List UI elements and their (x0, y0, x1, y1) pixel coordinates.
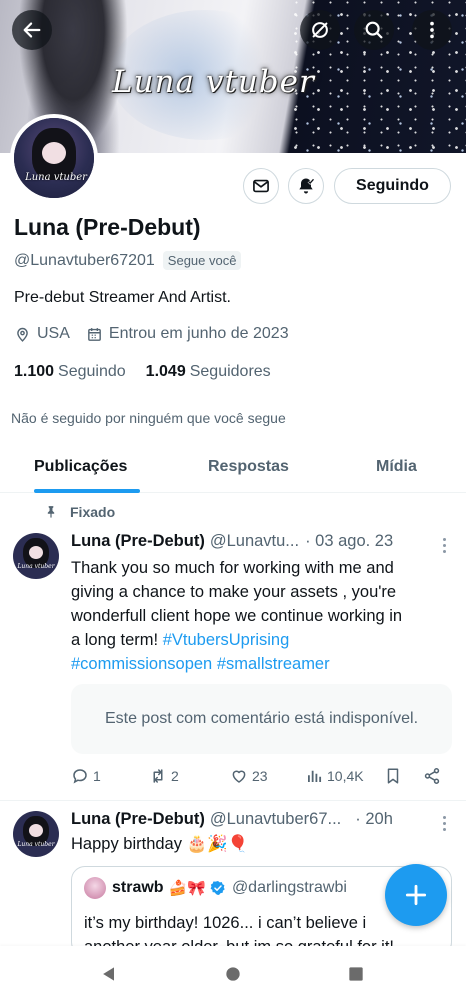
square-recents-icon (349, 967, 363, 981)
quoted-post-header: strawb 🍰🎀 @darlingstrawbi (84, 877, 347, 899)
views-count: 10,4K (327, 768, 364, 784)
pinned-label: Fixado (44, 504, 115, 520)
profile-handle: @Lunavtuber67201 (14, 251, 155, 269)
notifications-button[interactable] (288, 168, 324, 204)
quoted-author-emoji: 🍰🎀 (168, 880, 206, 897)
following-stat[interactable]: 1.100 Seguindo (14, 363, 126, 381)
following-label: Seguindo (58, 363, 126, 380)
share-button[interactable] (423, 767, 441, 785)
quoted-author-name: strawb (112, 879, 164, 896)
reply-count: 1 (93, 768, 101, 784)
profile-location: USA (37, 325, 70, 342)
post-more-button[interactable] (441, 538, 447, 553)
avatar-text: Luna vtuber (25, 172, 87, 183)
profile-stats: 1.100 Seguindo 1.049 Seguidores (14, 363, 291, 381)
views-button[interactable]: 10,4K (305, 767, 364, 785)
more-options-button[interactable] (412, 10, 452, 50)
hashtag-link[interactable]: #smallstreamer (217, 655, 330, 673)
repost-icon (153, 769, 163, 783)
repost-count: 2 (171, 768, 179, 784)
post-text: Thank you so much for working with me an… (71, 559, 403, 673)
grok-button[interactable] (300, 10, 340, 50)
nav-back-button[interactable] (98, 963, 120, 985)
unavailable-quote-notice: Este post com comentário está indisponív… (71, 684, 452, 754)
following-button[interactable]: Seguindo (334, 168, 451, 204)
system-navigation-bar (0, 946, 466, 1000)
back-button[interactable] (12, 10, 52, 50)
like-button[interactable]: 23 (230, 767, 268, 785)
follows-you-badge: Segue você (162, 251, 242, 270)
post-date[interactable]: · 20h (355, 810, 393, 829)
tab-replies[interactable]: Respostas (208, 458, 289, 476)
post-author-name[interactable]: Luna (Pre-Debut) (71, 532, 205, 551)
followers-stat[interactable]: 1.049 Seguidores (146, 363, 271, 381)
compose-post-button[interactable] (385, 864, 447, 926)
repost-button[interactable]: 2 (149, 767, 179, 785)
followers-count: 1.049 (145, 363, 186, 380)
calendar-icon (88, 327, 101, 341)
post-actions: 1 2 23 10,4K (71, 767, 446, 789)
triangle-back-icon (103, 967, 114, 981)
post-header: Luna (Pre-Debut) @Lunavtuber67... · 20h (71, 810, 393, 829)
post-author-handle: @Lunavtu... (209, 532, 300, 550)
share-icon (424, 768, 440, 784)
profile-avatar[interactable]: Luna vtuber (10, 114, 98, 202)
post-more-button[interactable] (441, 816, 447, 831)
post-divider (0, 800, 466, 801)
back-arrow-icon (23, 22, 41, 38)
post-author-handle: @Lunavtuber67... (209, 810, 342, 828)
pinned-text: Fixado (70, 504, 116, 520)
like-count: 23 (252, 768, 268, 784)
handle-row: @Lunavtuber67201 Segue você (14, 251, 242, 270)
post-text: Happy birthday 🎂🎉🎈 (71, 835, 249, 853)
tab-posts[interactable]: Publicações (34, 458, 127, 476)
post-date[interactable]: · 03 ago. 23 (305, 532, 393, 551)
hashtag-link[interactable]: #VtubersUprising (163, 631, 290, 649)
mutual-followers-note: Não é seguido por ninguém que você segue (11, 410, 286, 426)
reply-icon (73, 769, 87, 784)
nav-recents-button[interactable] (345, 963, 367, 985)
message-button[interactable] (243, 168, 279, 204)
more-vertical-icon (430, 21, 434, 39)
quoted-author-handle: @darlingstrawbi (231, 879, 347, 896)
post-avatar[interactable]: Luna vtuber (13, 811, 59, 857)
quoted-author-avatar (84, 877, 106, 899)
profile-bio: Pre-debut Streamer And Artist. (14, 289, 231, 306)
post-author-name[interactable]: Luna (Pre-Debut) (71, 810, 205, 829)
heart-icon (232, 770, 246, 783)
post-header: Luna (Pre-Debut) @Lunavtu... · 03 ago. 2… (71, 532, 393, 551)
profile-tabs: Publicações Respostas Mídia (0, 444, 466, 493)
location-pin-icon (17, 327, 28, 342)
post-avatar[interactable]: Luna vtuber (13, 533, 59, 579)
envelope-icon (253, 179, 269, 193)
tab-media[interactable]: Mídia (376, 458, 417, 476)
pin-icon (47, 506, 55, 518)
nav-home-button[interactable] (222, 963, 244, 985)
banner-title: Luna vtuber (112, 64, 315, 100)
bell-check-icon (299, 178, 315, 194)
verified-badge-icon (210, 881, 225, 895)
avatar-image: Luna vtuber (14, 118, 94, 198)
search-icon (365, 21, 383, 39)
profile-meta: USA Entrou em junho de 2023 (14, 325, 305, 343)
hashtag-link[interactable]: #commissionsopen (71, 655, 212, 673)
plus-icon (405, 884, 427, 906)
followers-label: Seguidores (189, 363, 271, 380)
grok-icon (312, 22, 328, 38)
following-count: 1.100 (14, 363, 55, 380)
search-button[interactable] (354, 10, 394, 50)
profile-name: Luna (Pre-Debut) (14, 214, 201, 240)
views-icon (308, 770, 322, 782)
reply-button[interactable]: 1 (71, 767, 101, 785)
circle-home-icon (226, 967, 240, 981)
profile-joined-date: Entrou em junho de 2023 (108, 325, 289, 342)
bookmark-icon (387, 768, 399, 784)
bookmark-button[interactable] (384, 767, 402, 785)
active-tab-indicator (34, 489, 140, 493)
